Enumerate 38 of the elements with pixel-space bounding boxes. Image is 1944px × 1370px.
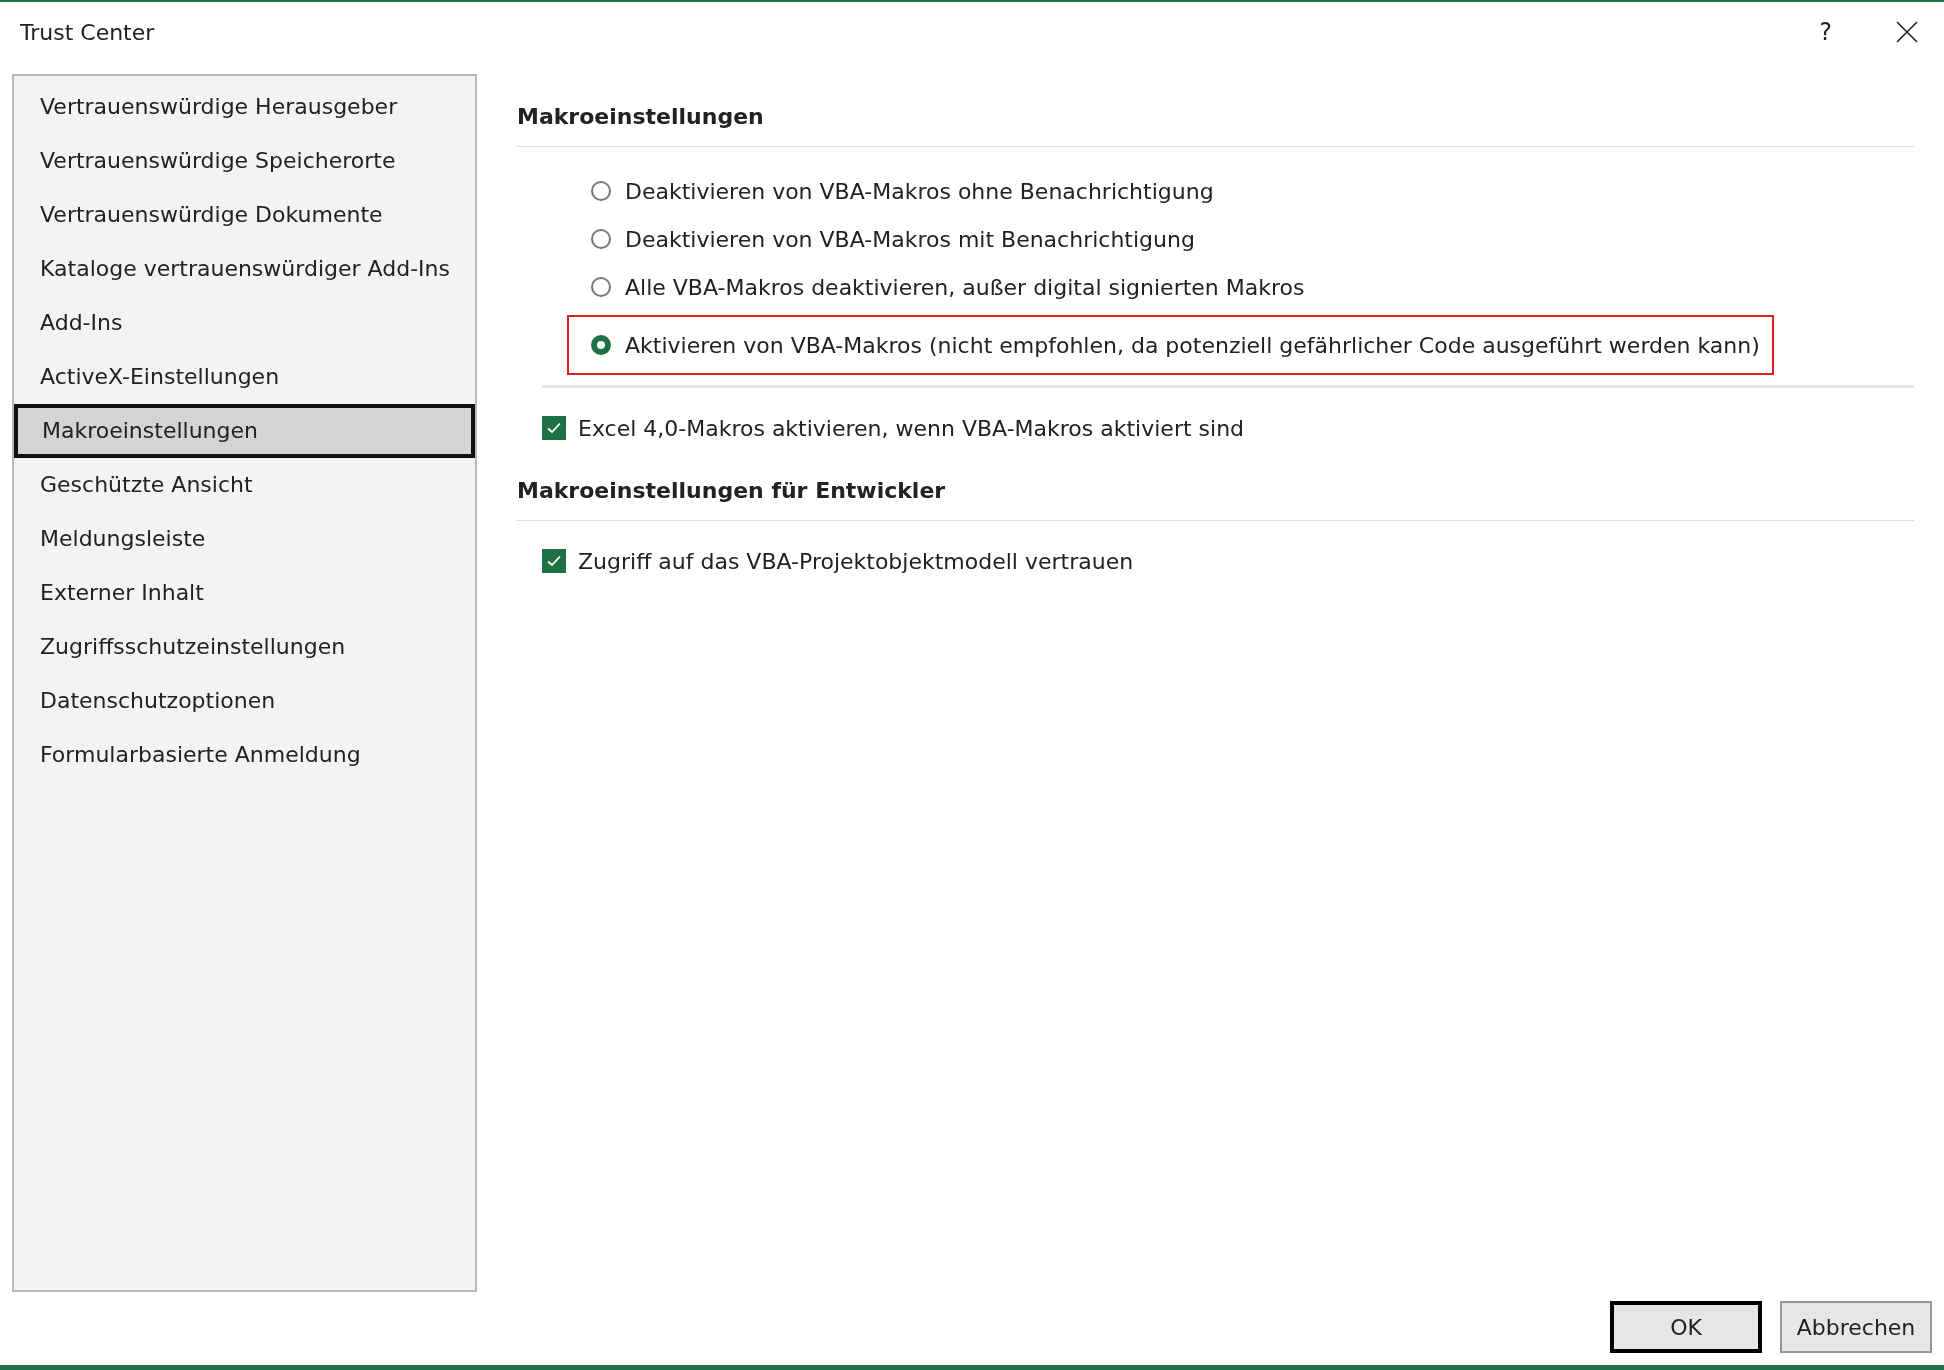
section-heading: Makroeinstellungen: [517, 104, 765, 129]
radio-option[interactable]: Deaktivieren von VBA-Makros mit Benachrichtigung: [567, 215, 1209, 263]
ok-button[interactable]: OK: [1610, 1301, 1762, 1353]
help-button[interactable]: ?: [1815, 18, 1836, 46]
sidebar-item[interactable]: Makroeinstellungen: [14, 404, 475, 458]
checkbox[interactable]: [542, 416, 566, 440]
sidebar-item[interactable]: Vertrauenswürdige Dokumente: [14, 188, 475, 242]
window-title: Trust Center: [20, 19, 156, 45]
radio-button[interactable]: [591, 277, 611, 297]
sidebar-item[interactable]: Datenschutzoptionen: [14, 674, 475, 728]
sidebar-item[interactable]: Add-Ins: [14, 296, 475, 350]
radio-option[interactable]: Alle VBA-Makros deaktivieren, außer digital signierten Makros: [567, 263, 1319, 311]
sidebar-item[interactable]: Vertrauenswürdige Speicherorte: [14, 134, 475, 188]
option-label: Aktivieren von VBA-Makros (nicht empfohlen, da potenziell gefährlicher Code ausgeführt werden kann): [625, 332, 1760, 358]
sidebar-item[interactable]: Externer Inhalt: [14, 566, 475, 620]
check-icon: [546, 420, 562, 436]
cancel-button[interactable]: Abbrechen: [1780, 1301, 1932, 1353]
option-label: Alle VBA-Makros deaktivieren, außer digital signierten Makros: [625, 274, 1305, 300]
checkbox-label: Excel 4,0-Makros aktivieren, wenn VBA-Makros aktiviert sind: [578, 415, 1245, 441]
option-label: Deaktivieren von VBA-Makros mit Benachrichtigung: [625, 226, 1195, 252]
close-icon[interactable]: [1896, 21, 1918, 43]
section-heading: Makroeinstellungen für Entwickler: [517, 478, 947, 503]
sidebar-item[interactable]: ActiveX-Einstellungen: [14, 350, 475, 404]
radio-option[interactable]: Aktivieren von VBA-Makros (nicht empfohlen, da potenziell gefährlicher Code ausgeführt werden kann): [567, 315, 1774, 375]
sidebar-item[interactable]: Vertrauenswürdige Herausgeber: [14, 80, 475, 134]
radio-button[interactable]: [591, 229, 611, 249]
sidebar-item[interactable]: Geschützte Ansicht: [14, 458, 475, 512]
radio-option[interactable]: Deaktivieren von VBA-Makros ohne Benachrichtigung: [567, 167, 1228, 215]
radio-button[interactable]: [591, 181, 611, 201]
sidebar-item[interactable]: Kataloge vertrauenswürdiger Add-Ins: [14, 242, 475, 296]
sidebar-item[interactable]: Meldungsleiste: [14, 512, 475, 566]
check-icon: [546, 553, 562, 569]
checkbox-label: Zugriff auf das VBA-Projektobjektmodell vertrauen: [578, 548, 1134, 574]
checkbox[interactable]: [542, 549, 566, 573]
option-label: Deaktivieren von VBA-Makros ohne Benachrichtigung: [625, 178, 1214, 204]
radio-button[interactable]: [591, 335, 611, 355]
sidebar-item[interactable]: Formularbasierte Anmeldung: [14, 728, 475, 782]
sidebar-item[interactable]: Zugriffsschutzeinstellungen: [14, 620, 475, 674]
